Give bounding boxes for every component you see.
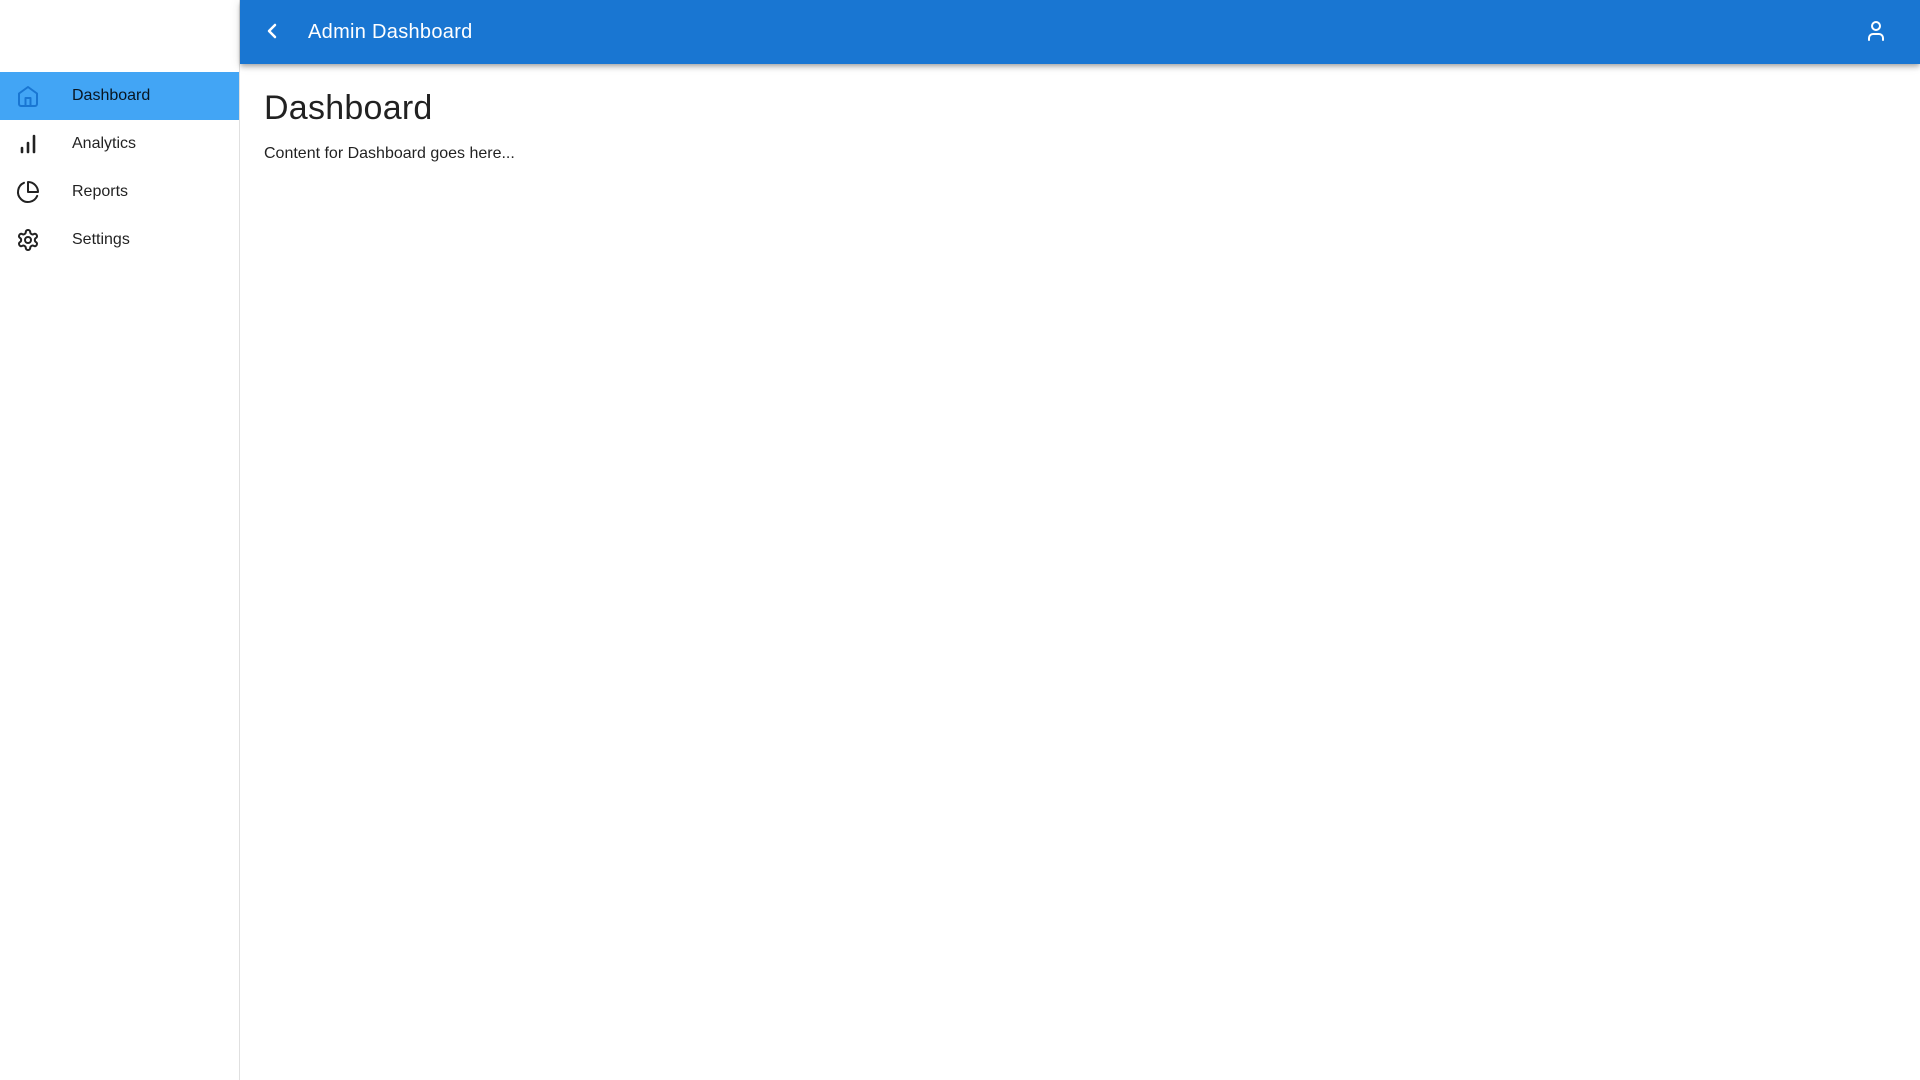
chevron-left-icon [260,19,284,46]
page-title: Dashboard [264,89,433,127]
app-bar-title: Admin Dashboard [308,20,473,43]
page-body-text: Content for Dashboard goes here... [264,144,515,162]
user-button[interactable] [1856,12,1896,52]
sidebar-item-analytics[interactable]: Analytics [0,120,239,168]
content-panel: Dashboard Content for Dashboard goes her… [240,64,1920,190]
sidebar-menu: Dashboard Analytics Reports Settings [0,64,239,272]
bar-chart-icon [16,132,40,156]
user-icon [1864,19,1888,46]
sidebar-item-reports[interactable]: Reports [0,168,239,216]
sidebar-item-dashboard[interactable]: Dashboard [0,72,239,120]
sidebar-item-label: Settings [72,231,130,248]
sidebar: Dashboard Analytics Reports Settings [0,0,240,1080]
sidebar-item-settings[interactable]: Settings [0,216,239,264]
home-icon [16,84,40,108]
app-bar: Admin Dashboard [240,0,1920,64]
gear-icon [16,228,40,252]
sidebar-item-label: Reports [72,183,129,200]
pie-chart-icon [16,180,40,204]
sidebar-item-label: Analytics [72,135,137,152]
back-button[interactable] [252,12,292,52]
sidebar-item-label: Dashboard [72,87,151,104]
